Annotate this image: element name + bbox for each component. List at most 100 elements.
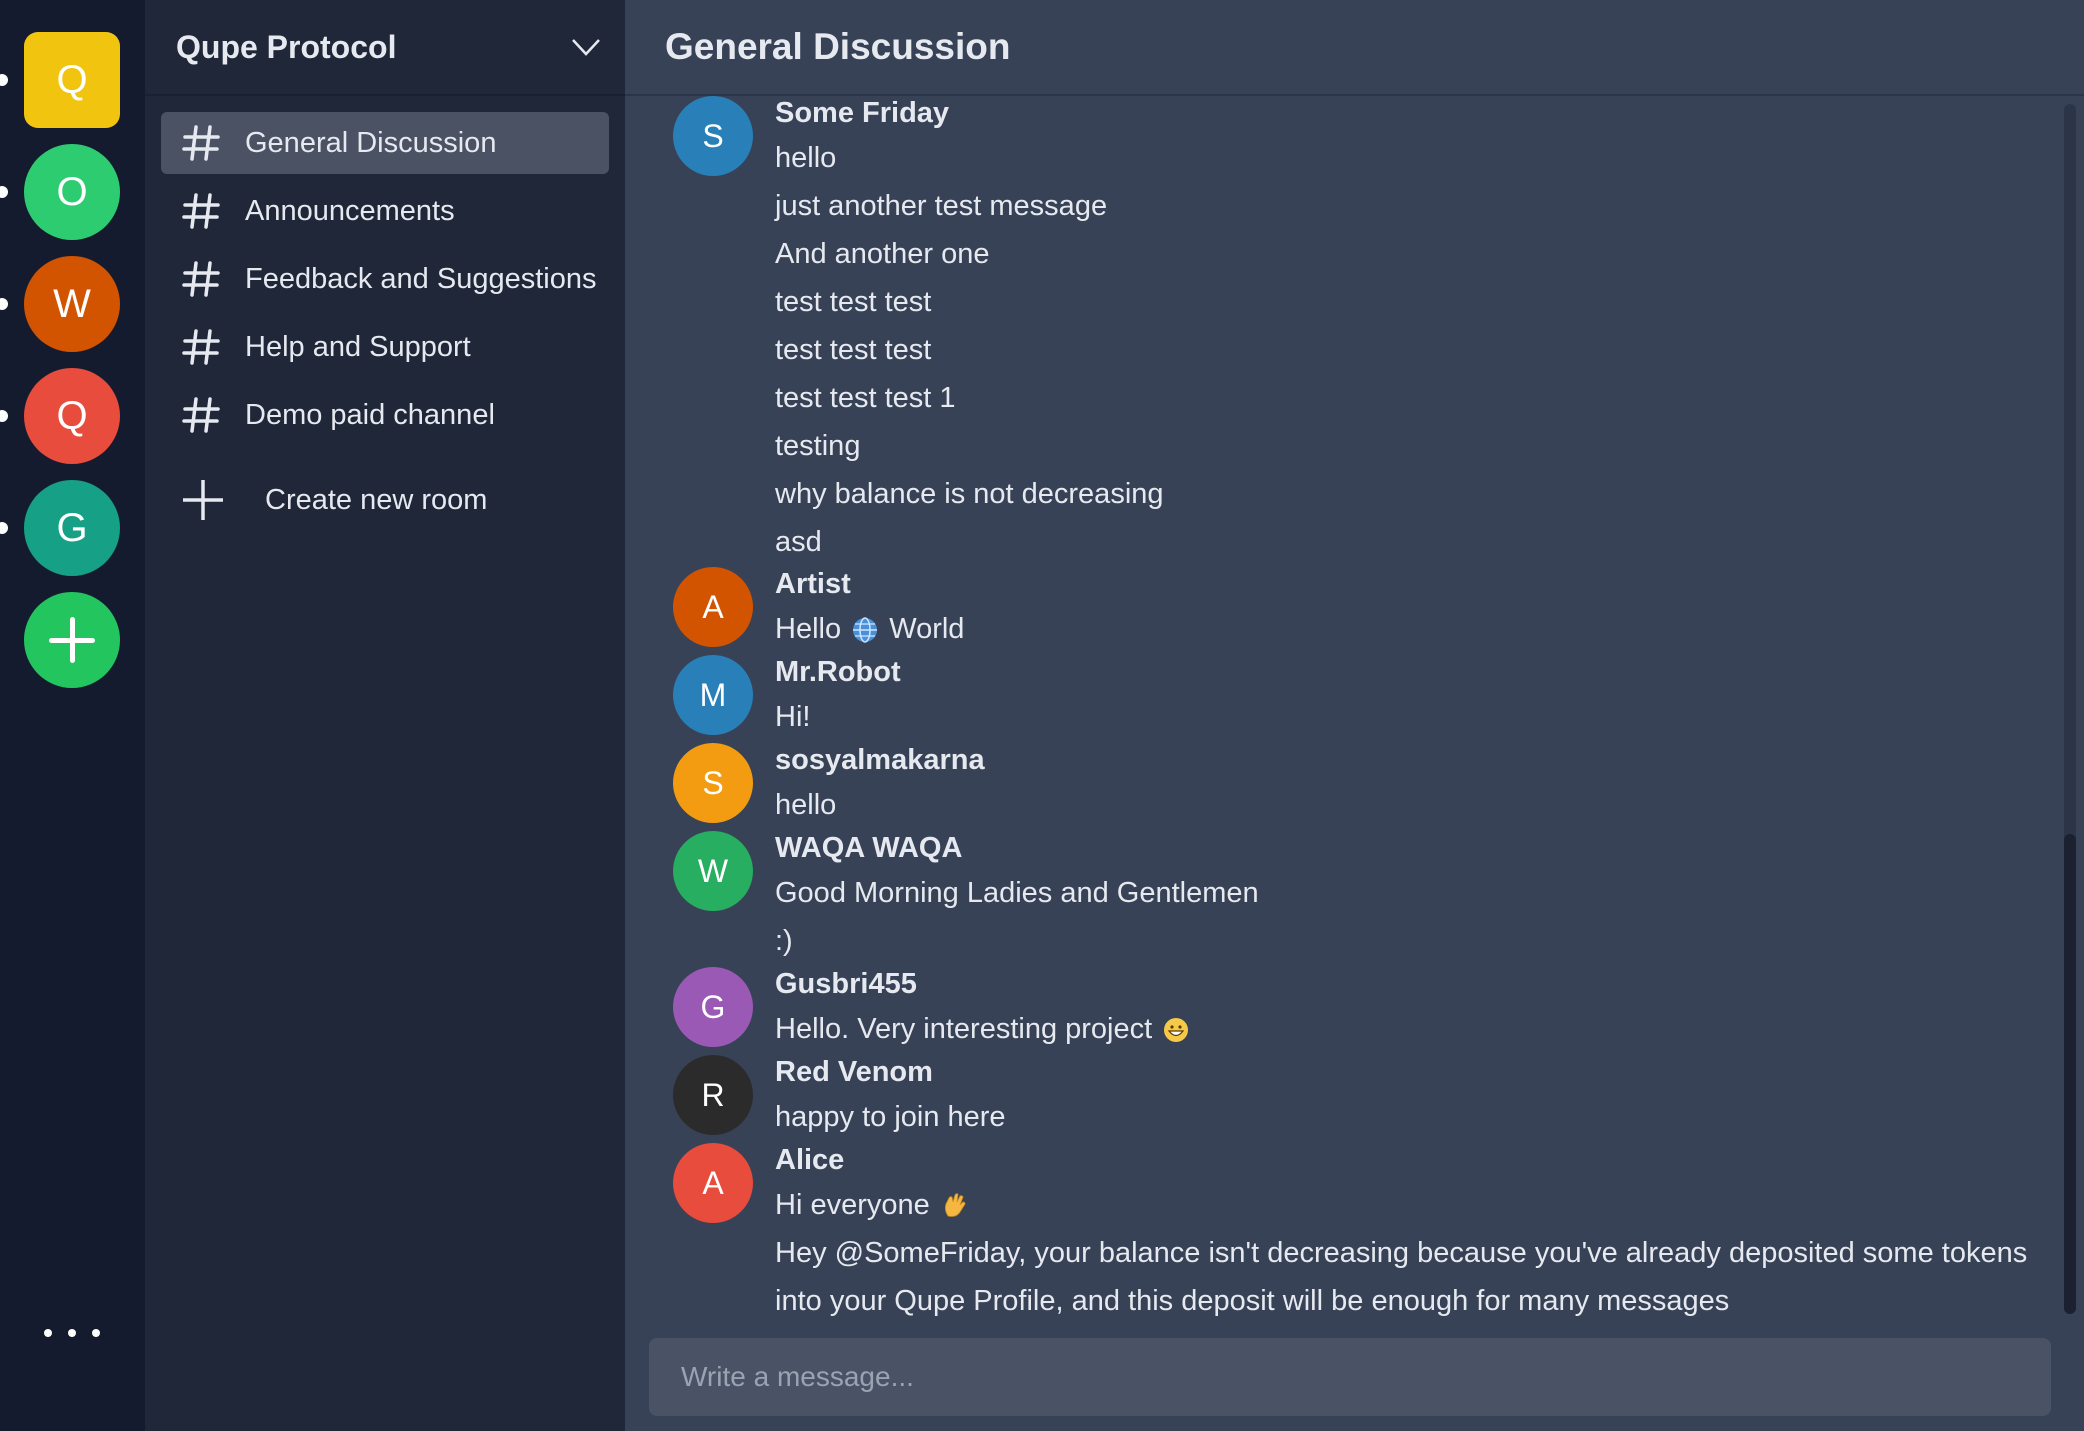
server-initial: G	[56, 505, 88, 550]
server-header-dropdown[interactable]: Qupe Protocol	[145, 0, 625, 96]
server-o[interactable]: O	[0, 144, 120, 240]
channel-label: Demo paid channel	[245, 398, 495, 431]
author-name[interactable]: WAQA WAQA	[775, 831, 2065, 869]
more-horizontal-icon	[44, 1329, 52, 1337]
message-text-part: Hello. Very interesting project	[775, 1013, 1153, 1045]
channel-label: Help and Support	[245, 330, 471, 363]
server-indicator-dot	[0, 522, 8, 534]
message-text: test test test	[775, 286, 932, 318]
message-text: Hello. Very interesting project	[775, 1005, 2065, 1053]
message-text-part: Hello	[775, 613, 842, 645]
server-initial: Q	[56, 393, 88, 438]
globe-emoji-icon	[853, 617, 878, 644]
message-text: why balance is not decreasing	[775, 478, 1164, 510]
message-text-part: World	[889, 613, 965, 645]
chat-main: General Discussion S Some Friday hello j…	[625, 0, 2084, 1431]
message-text: Good Morning Ladies and Gentlemen	[775, 877, 1259, 909]
avatar-initial: W	[697, 852, 729, 889]
message-text: just another test message	[775, 190, 1108, 222]
server-g[interactable]: G	[0, 480, 120, 576]
message-composer	[649, 1338, 2051, 1416]
avatar[interactable]: S	[673, 96, 753, 176]
author-name[interactable]: Artist	[775, 567, 2065, 605]
server-indicator-dot	[0, 410, 8, 422]
message-text: And another one	[775, 238, 990, 270]
message-text: happy to join here	[775, 1101, 1006, 1133]
message-text: into your Qupe Profile, and this deposit…	[775, 1285, 1730, 1317]
avatar-initial: S	[702, 117, 724, 154]
add-server-button[interactable]	[24, 592, 120, 688]
avatar[interactable]: S	[673, 743, 753, 823]
scrollbar-thumb[interactable]	[2064, 834, 2076, 1314]
channel-label: General Discussion	[245, 126, 497, 159]
message-text: Hi!	[775, 701, 811, 733]
channel-general-discussion[interactable]: General Discussion	[161, 112, 609, 174]
message-text: Hello World	[775, 605, 2065, 653]
channel-label: Announcements	[245, 194, 455, 227]
app-window: Q O W Q G Qupe Protocol General Discussi…	[0, 0, 2084, 1431]
message-text: :)	[775, 925, 793, 957]
avatar[interactable]: A	[673, 567, 753, 647]
message-list[interactable]: S Some Friday hello just another test me…	[625, 96, 2084, 1322]
author-name[interactable]: Some Friday	[775, 96, 2065, 134]
server-rail: Q O W Q G	[0, 0, 145, 1431]
server-q[interactable]: Q	[0, 368, 120, 464]
avatar[interactable]: R	[673, 1055, 753, 1135]
channel-demo-paid-channel[interactable]: Demo paid channel	[161, 384, 609, 446]
channel-sidebar: Qupe Protocol General Discussion Announc…	[145, 0, 625, 1431]
server-initial: W	[53, 281, 91, 326]
channel-help-and-support[interactable]: Help and Support	[161, 316, 609, 378]
avatar-initial: M	[699, 676, 727, 713]
message-text: Hey @SomeFriday, your balance isn't decr…	[775, 1237, 2028, 1269]
author-name[interactable]: sosyalmakarna	[775, 743, 2065, 781]
channel-announcements[interactable]: Announcements	[161, 180, 609, 242]
avatar-initial: G	[700, 988, 726, 1025]
server-initial: O	[56, 169, 88, 214]
hash-icon	[182, 329, 220, 365]
plus-icon	[183, 480, 223, 520]
avatar-initial: R	[701, 1076, 725, 1113]
avatar[interactable]: M	[673, 655, 753, 735]
avatar-initial: A	[702, 588, 724, 625]
avatar-initial: S	[702, 764, 724, 801]
message-text: test test test	[775, 334, 932, 366]
channel-feedback-and-suggestions[interactable]: Feedback and Suggestions	[161, 248, 609, 310]
message-text: hello	[775, 142, 837, 174]
plus-icon	[49, 617, 95, 663]
message-text: hello	[775, 789, 837, 821]
hash-icon	[182, 193, 220, 229]
server-initial: Q	[56, 57, 88, 102]
hash-icon	[182, 397, 220, 433]
create-room-label: Create new room	[265, 483, 488, 516]
server-q-qupe[interactable]: Q	[0, 32, 120, 128]
message-text: test test test 1	[775, 382, 956, 414]
message-input[interactable]	[681, 1361, 2051, 1393]
hash-icon	[182, 125, 220, 161]
message-text: testing	[775, 430, 861, 462]
scrollbar[interactable]	[2064, 104, 2076, 1314]
more-options-button[interactable]	[44, 1318, 100, 1348]
avatar[interactable]: G	[673, 967, 753, 1047]
chat-header: General Discussion	[625, 0, 2084, 96]
author-name[interactable]: Red Venom	[775, 1055, 2065, 1093]
grinning-face-emoji-icon	[1164, 1018, 1189, 1043]
server-title: Qupe Protocol	[176, 28, 397, 65]
message-text: asd	[775, 526, 822, 558]
chevron-down-icon	[572, 39, 600, 56]
author-name[interactable]: Gusbri455	[775, 967, 2065, 1005]
message-text: Hi everyone	[775, 1181, 2065, 1229]
server-indicator-dot	[0, 298, 8, 310]
create-new-room-button[interactable]: Create new room	[181, 472, 487, 528]
channel-label: Feedback and Suggestions	[245, 262, 597, 295]
server-indicator-dot	[0, 74, 8, 86]
author-name[interactable]: Alice	[775, 1143, 2065, 1181]
avatar[interactable]: A	[673, 1143, 753, 1223]
avatar[interactable]: W	[673, 831, 753, 911]
hash-icon	[182, 261, 220, 297]
server-w[interactable]: W	[0, 256, 120, 352]
avatar-initial: A	[702, 1164, 724, 1201]
server-indicator-dot	[0, 186, 8, 198]
author-name[interactable]: Mr.Robot	[775, 655, 2065, 693]
channel-list: General Discussion Announcements Feedbac…	[161, 112, 609, 452]
message-text-part: Hi everyone	[775, 1189, 930, 1221]
